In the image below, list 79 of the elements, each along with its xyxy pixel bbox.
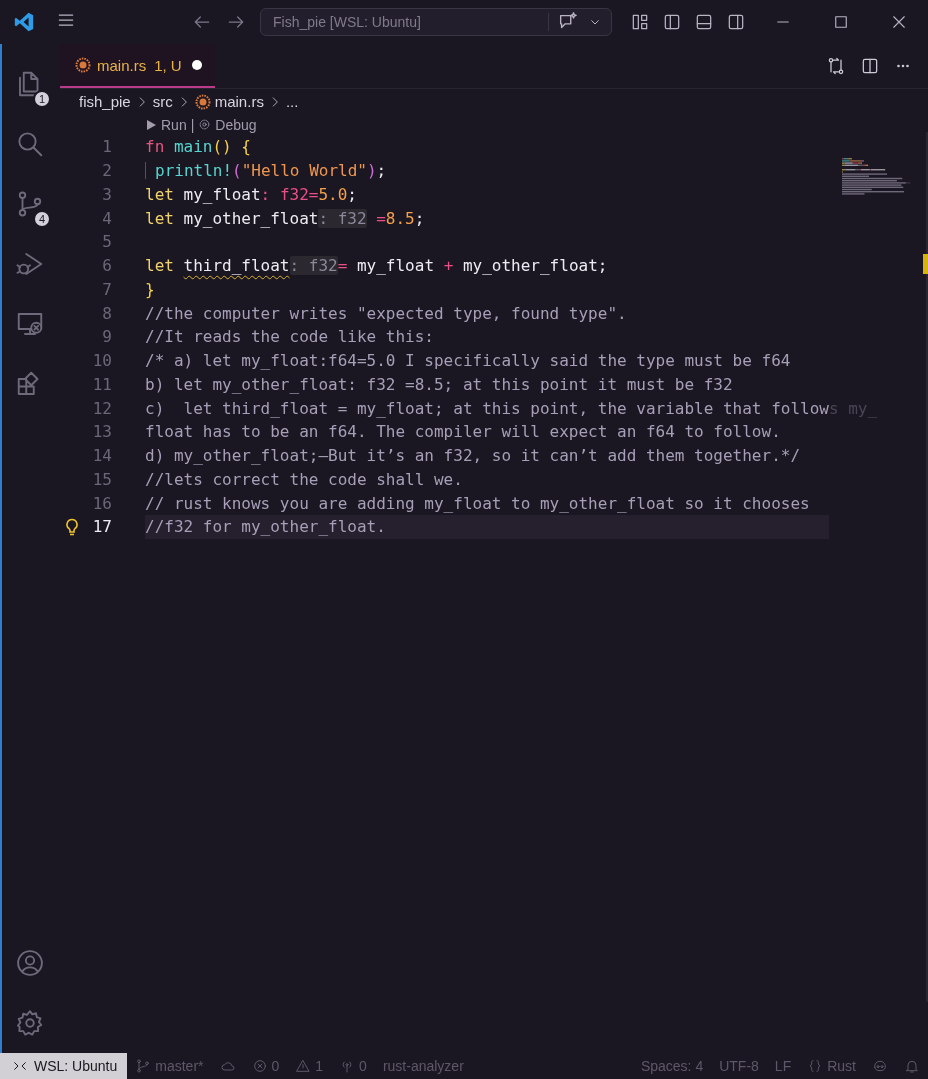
layout-grid-icon[interactable] xyxy=(630,12,650,32)
split-editor-icon[interactable] xyxy=(860,56,880,76)
separator-text: | xyxy=(190,116,195,133)
line-number: 14 xyxy=(92,446,112,466)
code-line: float has to be an f64. The compiler will expect an f64 to follow. xyxy=(145,422,781,442)
status-item[interactable]: rust-analyzer xyxy=(374,1053,472,1079)
line-number: 4 xyxy=(102,208,112,228)
warning-icon xyxy=(295,1058,312,1074)
remote-status-button[interactable]: WSL: Ubuntu xyxy=(0,1053,128,1079)
line-number: 11 xyxy=(92,374,112,394)
code-line: //the computer writes "expected type, found type". xyxy=(145,303,627,323)
line-number: 2 xyxy=(102,161,112,181)
code-line: //It reads the code like this: xyxy=(145,327,434,347)
breadcrumb-item[interactable]: ... xyxy=(285,93,299,110)
count-badge: 4 xyxy=(33,210,51,228)
status-item[interactable]: 0 xyxy=(243,1053,288,1079)
rust-file-icon xyxy=(194,93,211,110)
count-badge: 1 xyxy=(33,90,51,108)
status-item[interactable]: master* xyxy=(127,1053,212,1079)
status-item[interactable]: LF xyxy=(766,1053,800,1079)
status-item[interactable]: Rust xyxy=(799,1053,864,1079)
code-line: let my_other_float: f32 =8.5; xyxy=(145,208,425,228)
code-line: fn main() { xyxy=(145,137,251,157)
notification-bell-icon xyxy=(904,1058,920,1074)
breadcrumb-item[interactable]: main.rs xyxy=(214,93,264,110)
code-line: d) my_other_float;—But it’s an f32, so it can’t add them together.*/ xyxy=(145,446,801,466)
search-icon[interactable] xyxy=(15,129,45,159)
line-number: 5 xyxy=(102,232,112,252)
settings-gear-icon[interactable] xyxy=(15,1008,45,1038)
code-line: } xyxy=(145,279,155,299)
command-center-search[interactable]: Fish_pie [WSL: Ubuntu] xyxy=(260,8,612,36)
error-icon xyxy=(251,1058,268,1074)
line-number: 1 xyxy=(102,137,112,157)
code-line: //lets correct the code shall we. xyxy=(145,469,463,489)
line-number: 9 xyxy=(102,327,112,347)
code-line: b) let my_other_float: f32 =8.5; at this point it must be f32 xyxy=(145,374,733,394)
line-number: 13 xyxy=(92,422,112,442)
line-number: 7 xyxy=(102,279,112,299)
code-line: let third_float: f32= my_float + my_other_float; xyxy=(145,256,608,276)
line-number: 8 xyxy=(102,303,112,323)
code-line: println!("Hello World"); xyxy=(155,161,387,181)
breadcrumb-item[interactable]: fish_pie xyxy=(79,93,131,110)
codelens-link[interactable]: Debug xyxy=(215,116,257,133)
unsaved-dot-icon xyxy=(192,60,202,70)
sidebar-left-icon[interactable] xyxy=(662,12,682,32)
sidebar-right-icon[interactable] xyxy=(726,12,746,32)
play-icon xyxy=(145,118,157,131)
copilot-icon xyxy=(872,1058,888,1074)
line-number: 15 xyxy=(92,469,112,489)
breadcrumb-item[interactable]: src xyxy=(152,93,173,110)
maximize-icon[interactable] xyxy=(832,13,850,31)
branch-icon xyxy=(135,1058,152,1074)
code-line: /* a) let my_float:f64=5.0 I specifically said the type must be f64 xyxy=(145,351,791,371)
warning-marker xyxy=(923,254,928,274)
line-number: 10 xyxy=(92,351,112,371)
codelens-link[interactable]: Run xyxy=(161,116,187,133)
panel-bottom-icon[interactable] xyxy=(694,12,714,32)
line-number: 16 xyxy=(92,493,112,513)
code-line: //f32 for my_other_float. xyxy=(145,517,386,537)
editor-tab[interactable]: main.rs 1, U xyxy=(60,44,215,88)
code-line: // rust knows you are adding my_float to my_other_float so it chooses xyxy=(145,493,810,513)
lightbulb-icon[interactable] xyxy=(64,517,80,536)
status-item[interactable]: UTF-8 xyxy=(711,1053,767,1079)
code-line: let my_float: f32=5.0; xyxy=(145,184,357,204)
line-number: 12 xyxy=(92,398,112,418)
account-icon[interactable] xyxy=(15,948,45,978)
app-logo-icon xyxy=(13,11,35,33)
compare-changes-icon[interactable] xyxy=(826,56,846,76)
tab-status: 1, U xyxy=(154,56,182,74)
line-number: 17 xyxy=(92,517,112,537)
gear-icon xyxy=(198,118,212,131)
close-icon[interactable] xyxy=(890,13,908,31)
rust-file-icon xyxy=(75,57,91,73)
line-number: 3 xyxy=(102,184,112,204)
tab-filename: main.rs xyxy=(97,56,147,74)
status-item[interactable]: 1 xyxy=(287,1053,332,1079)
status-item[interactable]: 0 xyxy=(331,1053,375,1079)
status-item[interactable]: Spaces: 4 xyxy=(632,1053,712,1079)
line-number: 6 xyxy=(102,256,112,276)
